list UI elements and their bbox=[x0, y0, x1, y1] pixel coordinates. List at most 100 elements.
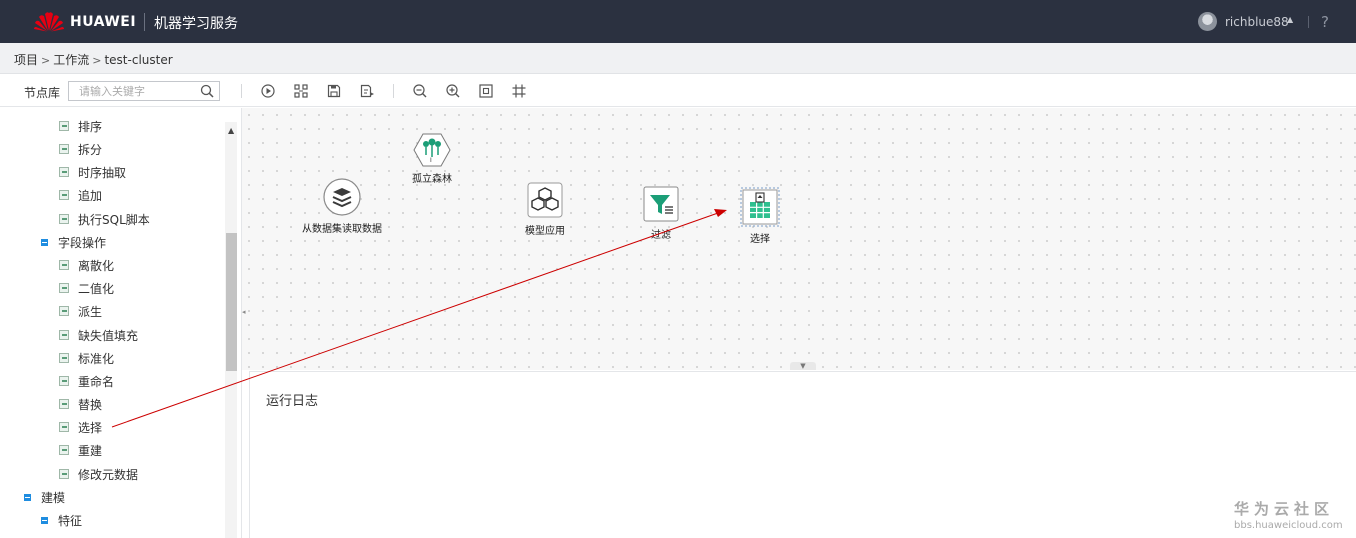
tree-item-label: 选择 bbox=[78, 420, 103, 435]
workflow-canvas[interactable]: ◂ I 孤立森林 从数据集读取数据 模型应用 过滤 选择 ▼ bbox=[242, 108, 1356, 370]
tree-item-select[interactable]: 选择 bbox=[59, 417, 102, 437]
dataset-read-icon bbox=[323, 178, 361, 216]
workflow-node-filter[interactable]: 过滤 bbox=[626, 185, 696, 241]
tree-item-label: 执行SQL脚本 bbox=[78, 212, 150, 227]
tree-item-replace[interactable]: 替换 bbox=[59, 394, 102, 414]
tree-item-label: 排序 bbox=[78, 119, 103, 134]
tree-item-label: 派生 bbox=[78, 304, 103, 319]
workflow-node-isolation-forest[interactable]: I 孤立森林 bbox=[397, 133, 467, 185]
svg-text:I: I bbox=[430, 157, 432, 164]
tree-item-missing-fill[interactable]: 缺失值填充 bbox=[59, 325, 138, 345]
node-label: 模型应用 bbox=[525, 226, 565, 237]
save-as-icon[interactable] bbox=[359, 83, 375, 99]
workflow-node-read-dataset[interactable]: 从数据集读取数据 bbox=[287, 177, 397, 235]
huawei-logo-icon bbox=[34, 12, 64, 32]
zoom-in-icon[interactable] bbox=[445, 83, 461, 99]
watermark-en: bbs.huaweicloud.com bbox=[1234, 520, 1343, 531]
workflow-node-model-apply[interactable]: 模型应用 bbox=[510, 181, 580, 237]
tree-item-label: 字段操作 bbox=[58, 235, 107, 250]
node-label: 从数据集读取数据 bbox=[302, 224, 382, 235]
missing-fill-icon bbox=[59, 330, 69, 340]
rename-icon bbox=[59, 376, 69, 386]
username[interactable]: richblue88 bbox=[1225, 15, 1289, 29]
discretize-icon bbox=[59, 260, 69, 270]
tree-item-label: 标准化 bbox=[78, 351, 115, 366]
tree-item-binarize[interactable]: 二值化 bbox=[59, 278, 114, 298]
breadcrumb-separator: > bbox=[92, 54, 102, 67]
breadcrumb-separator: > bbox=[41, 54, 51, 67]
watermark: 华为云社区 bbs.huaweicloud.com bbox=[1234, 498, 1343, 531]
breadcrumb: 项目 > 工作流 > test-cluster bbox=[14, 51, 173, 68]
search-input[interactable] bbox=[79, 82, 199, 100]
toolbar: 节点库 bbox=[0, 75, 1356, 107]
node-label: 孤立森林 bbox=[412, 174, 452, 185]
tree-branch-modeling[interactable]: 建模 bbox=[24, 487, 65, 507]
help-icon[interactable]: ? bbox=[1321, 13, 1329, 31]
workflow-node-select[interactable]: 选择 bbox=[725, 187, 795, 245]
scrollbar-thumb[interactable] bbox=[226, 233, 237, 371]
avatar[interactable] bbox=[1198, 12, 1217, 31]
product-title[interactable]: 机器学习服务 bbox=[154, 13, 238, 33]
tree-branch-field-operations[interactable]: 字段操作 bbox=[41, 232, 106, 252]
tree-item-label: 追加 bbox=[78, 188, 103, 203]
sql-script-icon bbox=[59, 214, 69, 224]
top-bar: HUAWEI 机器学习服务 richblue88 ▲ ? bbox=[0, 0, 1356, 43]
tree-item-label: 特征 bbox=[58, 513, 83, 528]
tree-item-sql-script[interactable]: 执行SQL脚本 bbox=[59, 209, 150, 229]
toolbar-divider bbox=[393, 84, 394, 98]
split-icon bbox=[59, 144, 69, 154]
select-node-icon bbox=[740, 187, 780, 227]
tree-item-label: 重建 bbox=[78, 443, 103, 458]
normalize-icon bbox=[59, 353, 69, 363]
collapse-sidebar-icon[interactable]: ◂ bbox=[242, 308, 248, 358]
node-label: 过滤 bbox=[651, 230, 671, 241]
tree-branch-features[interactable]: 特征 bbox=[41, 510, 82, 530]
run-log-panel: 运行日志 bbox=[249, 371, 1356, 538]
tree-item-rebuild[interactable]: 重建 bbox=[59, 440, 102, 460]
tree-item-label: 缺失值填充 bbox=[78, 328, 139, 343]
tree-item-label: 修改元数据 bbox=[78, 467, 139, 482]
brand-name: HUAWEI bbox=[70, 14, 137, 30]
run-log-title: 运行日志 bbox=[266, 394, 319, 409]
derive-icon bbox=[59, 306, 69, 316]
scroll-up-icon[interactable]: ▲ bbox=[228, 126, 234, 135]
rebuild-icon bbox=[59, 445, 69, 455]
time-series-icon bbox=[59, 167, 69, 177]
layout-icon[interactable] bbox=[293, 83, 309, 99]
breadcrumb-item-project[interactable]: 项目 bbox=[14, 53, 38, 67]
save-icon[interactable] bbox=[326, 83, 342, 99]
watermark-cn: 华为云社区 bbox=[1234, 500, 1335, 518]
fit-screen-icon[interactable] bbox=[478, 83, 494, 99]
tree-item-modify-metadata[interactable]: 修改元数据 bbox=[59, 464, 138, 484]
filter-icon bbox=[643, 186, 679, 222]
tree-item-append[interactable]: 追加 bbox=[59, 185, 102, 205]
node-library-label: 节点库 bbox=[24, 86, 61, 100]
collapse-log-panel-icon[interactable]: ▼ bbox=[790, 362, 816, 370]
collapse-icon[interactable] bbox=[41, 238, 48, 246]
node-library-sidebar: 排序 拆分 时序抽取 追加 执行SQL脚本 字段操作 离散化 二值化 派生 缺失… bbox=[0, 108, 242, 538]
metadata-icon bbox=[59, 469, 69, 479]
tree-item-discretize[interactable]: 离散化 bbox=[59, 255, 114, 275]
breadcrumb-item-workflow[interactable]: 工作流 bbox=[53, 53, 89, 67]
brand-divider bbox=[144, 13, 145, 31]
tree-item-split[interactable]: 拆分 bbox=[59, 139, 102, 159]
collapse-icon[interactable] bbox=[24, 493, 31, 501]
tree-item-time-series-extract[interactable]: 时序抽取 bbox=[59, 162, 126, 182]
zoom-out-icon[interactable] bbox=[412, 83, 428, 99]
tree-item-normalize[interactable]: 标准化 bbox=[59, 348, 114, 368]
breadcrumb-bar: 项目 > 工作流 > test-cluster bbox=[0, 43, 1356, 74]
replace-icon bbox=[59, 399, 69, 409]
tree-item-derive[interactable]: 派生 bbox=[59, 301, 102, 321]
grid-icon[interactable] bbox=[511, 83, 527, 99]
isolation-forest-icon: I bbox=[413, 133, 451, 167]
sort-icon bbox=[59, 121, 69, 131]
tree-item-sort[interactable]: 排序 bbox=[59, 116, 102, 136]
breadcrumb-item-current: test-cluster bbox=[104, 53, 173, 67]
run-icon[interactable] bbox=[260, 83, 276, 99]
tree-item-rename[interactable]: 重命名 bbox=[59, 371, 114, 391]
search-icon[interactable] bbox=[200, 84, 214, 98]
append-icon bbox=[59, 190, 69, 200]
tree-item-label: 离散化 bbox=[78, 258, 115, 273]
collapse-icon[interactable] bbox=[41, 516, 48, 524]
caret-up-icon[interactable]: ▲ bbox=[1287, 15, 1293, 24]
